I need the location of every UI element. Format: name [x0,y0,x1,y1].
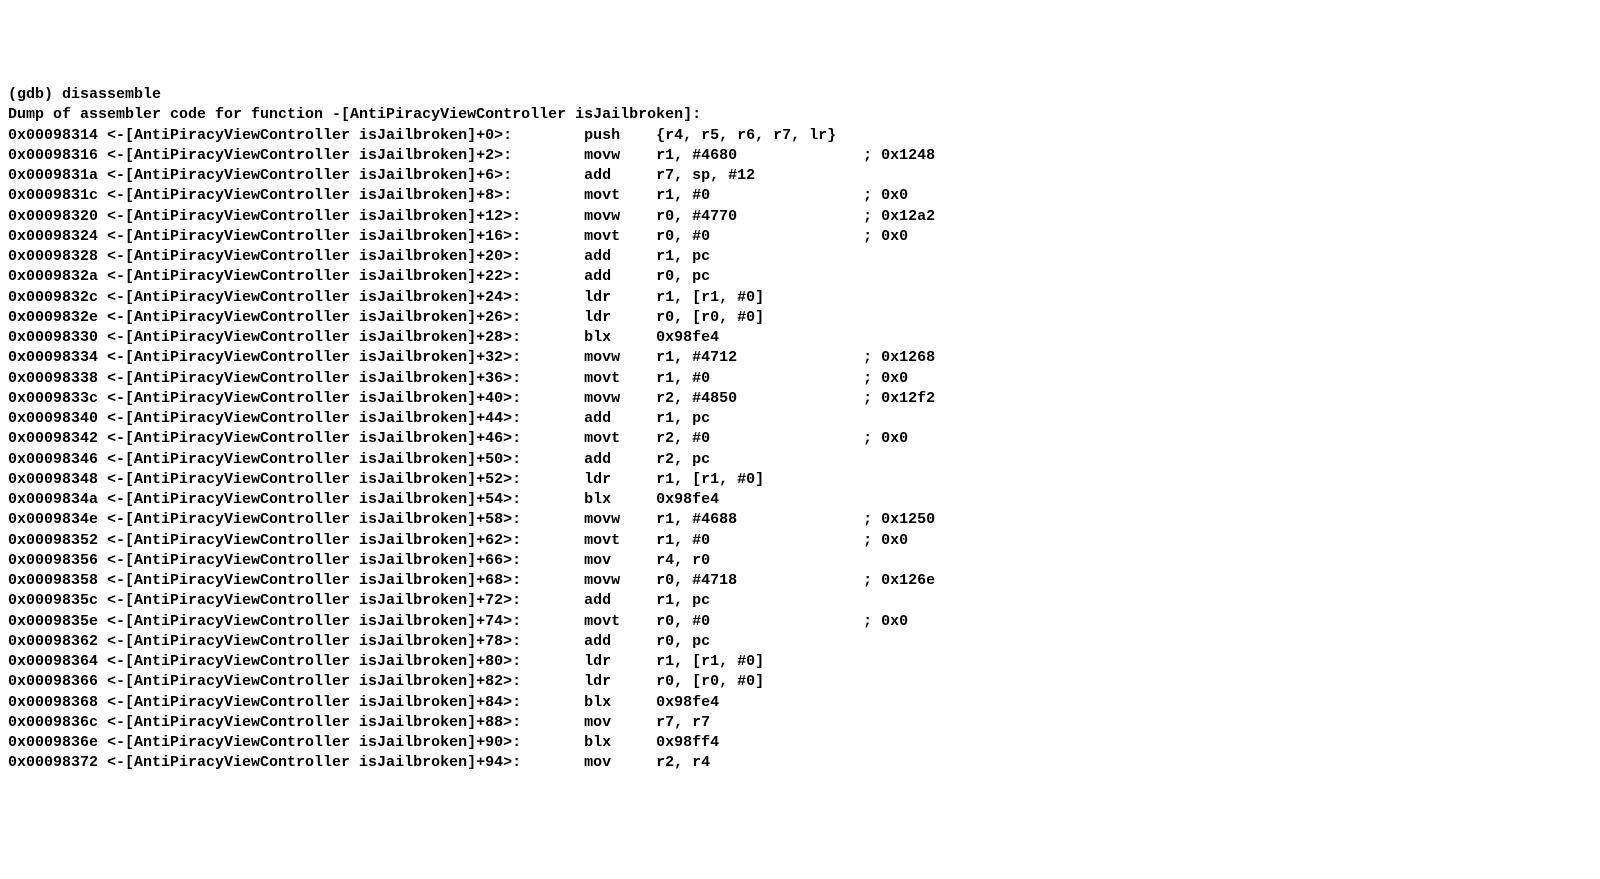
asm-row: 0x0009834e <-[AntiPiracyViewController i… [8,510,1592,530]
asm-row: 0x00098342 <-[AntiPiracyViewController i… [8,429,1592,449]
asm-row: 0x0009836c <-[AntiPiracyViewController i… [8,713,1592,733]
asm-row: 0x0009832a <-[AntiPiracyViewController i… [8,267,1592,287]
asm-row: 0x0009835c <-[AntiPiracyViewController i… [8,591,1592,611]
asm-row: 0x0009833c <-[AntiPiracyViewController i… [8,389,1592,409]
asm-row: 0x00098362 <-[AntiPiracyViewController i… [8,632,1592,652]
gdb-disassembly-output: (gdb) disassembleDump of assembler code … [8,85,1592,774]
dump-header: Dump of assembler code for function -[An… [8,105,1592,125]
asm-row: 0x00098334 <-[AntiPiracyViewController i… [8,348,1592,368]
asm-row: 0x00098358 <-[AntiPiracyViewController i… [8,571,1592,591]
asm-row: 0x00098324 <-[AntiPiracyViewController i… [8,227,1592,247]
asm-row: 0x00098368 <-[AntiPiracyViewController i… [8,693,1592,713]
asm-row: 0x00098314 <-[AntiPiracyViewController i… [8,126,1592,146]
asm-row: 0x00098320 <-[AntiPiracyViewController i… [8,207,1592,227]
asm-row: 0x00098316 <-[AntiPiracyViewController i… [8,146,1592,166]
asm-row: 0x00098330 <-[AntiPiracyViewController i… [8,328,1592,348]
asm-row: 0x0009831c <-[AntiPiracyViewController i… [8,186,1592,206]
asm-row: 0x00098340 <-[AntiPiracyViewController i… [8,409,1592,429]
asm-row: 0x00098328 <-[AntiPiracyViewController i… [8,247,1592,267]
gdb-prompt[interactable]: (gdb) disassemble [8,85,1592,105]
asm-row: 0x0009832e <-[AntiPiracyViewController i… [8,308,1592,328]
asm-row: 0x00098338 <-[AntiPiracyViewController i… [8,369,1592,389]
asm-row: 0x00098366 <-[AntiPiracyViewController i… [8,672,1592,692]
asm-row: 0x0009834a <-[AntiPiracyViewController i… [8,490,1592,510]
asm-row: 0x00098364 <-[AntiPiracyViewController i… [8,652,1592,672]
asm-row: 0x00098346 <-[AntiPiracyViewController i… [8,450,1592,470]
asm-row: 0x0009835e <-[AntiPiracyViewController i… [8,612,1592,632]
asm-row: 0x0009831a <-[AntiPiracyViewController i… [8,166,1592,186]
asm-row: 0x00098356 <-[AntiPiracyViewController i… [8,551,1592,571]
asm-row: 0x00098348 <-[AntiPiracyViewController i… [8,470,1592,490]
asm-row: 0x0009832c <-[AntiPiracyViewController i… [8,288,1592,308]
asm-row: 0x00098372 <-[AntiPiracyViewController i… [8,753,1592,773]
asm-row: 0x0009836e <-[AntiPiracyViewController i… [8,733,1592,753]
asm-row: 0x00098352 <-[AntiPiracyViewController i… [8,531,1592,551]
